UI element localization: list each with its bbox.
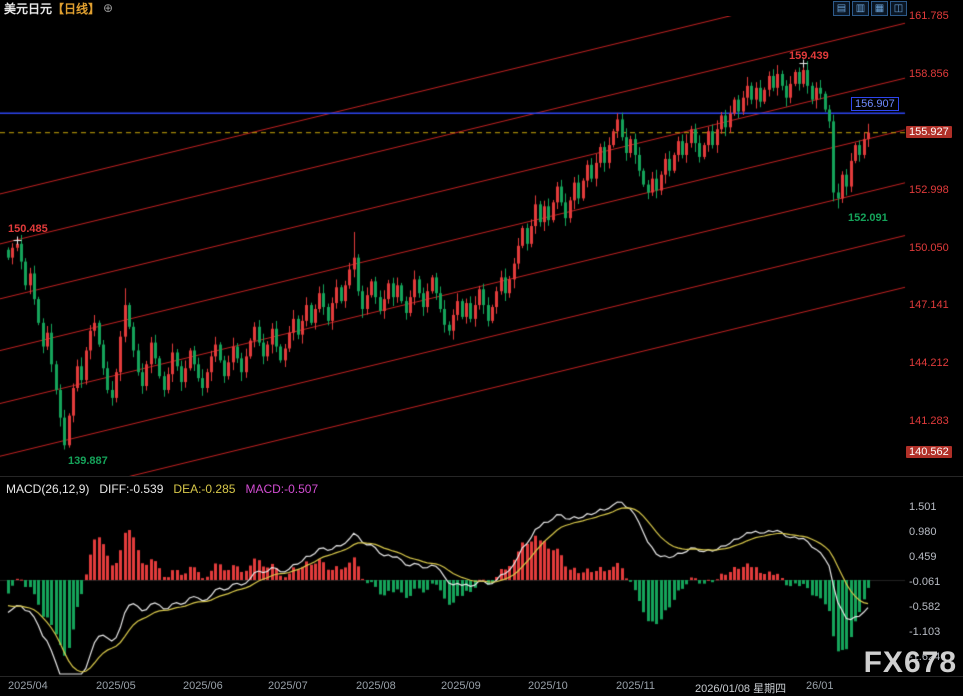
macd-axis-label: 0.980	[909, 526, 961, 538]
x-axis-label: 2025/09	[441, 680, 481, 692]
macd-chart-canvas[interactable]	[0, 500, 963, 676]
timeframe-label: 【日线】	[52, 0, 100, 17]
macd-axis-label: -0.061	[909, 576, 961, 588]
price-axis-label: 155.927	[906, 126, 952, 138]
x-axis-label: 26/01	[806, 680, 834, 692]
maximize-icon[interactable]: ◫	[890, 1, 907, 16]
price-annotation: 152.091	[848, 212, 888, 224]
price-annotation: 159.439	[789, 50, 829, 62]
main-chart-canvas[interactable]	[0, 16, 963, 476]
price-annotation: 150.485	[8, 223, 48, 235]
add-indicator-icon[interactable]: ⊕	[103, 2, 113, 14]
x-axis-label: 2025/05	[96, 680, 136, 692]
x-axis-label: 2025/06	[183, 680, 223, 692]
macd-value: MACD:-0.507	[245, 482, 318, 496]
x-axis-label: 2025/10	[528, 680, 568, 692]
x-axis-label: 2026/01/08 星期四	[695, 680, 786, 696]
x-axis-label: 2025/11	[616, 680, 655, 692]
chart-header-bar: 美元日元 【日线】 ⊕ ▤ ▥ ▦ ◫	[0, 0, 963, 16]
price-axis-label: 152.998	[909, 184, 961, 196]
x-axis-label: 2025/08	[356, 680, 396, 692]
price-axis-label: 150.050	[909, 242, 961, 254]
price-annotation: 139.887	[68, 455, 108, 467]
chart-toolbar: ▤ ▥ ▦ ◫	[833, 1, 907, 16]
price-axis-label: 147.141	[909, 299, 961, 311]
price-axis-label: 144.212	[909, 357, 961, 369]
price-annotation: 156.907	[851, 97, 899, 111]
macd-params-label: MACD(26,12,9)	[6, 482, 89, 496]
panel-split-icon[interactable]: ▦	[871, 1, 888, 16]
x-axis-label: 2025/04	[8, 680, 48, 692]
macd-axis-label: 0.459	[909, 551, 961, 563]
macd-axis-label: 1.501	[909, 501, 961, 513]
watermark: FX678	[864, 646, 957, 680]
macd-dea-value: DEA:-0.285	[173, 482, 235, 496]
trading-chart-window: 美元日元 【日线】 ⊕ ▤ ▥ ▦ ◫ MACD(26,12,9) DIFF:-…	[0, 0, 963, 696]
macd-header: MACD(26,12,9) DIFF:-0.539 DEA:-0.285 MAC…	[0, 476, 963, 501]
layout-grid-icon[interactable]: ▤	[833, 1, 850, 16]
candlestick-view-icon[interactable]: ▥	[852, 1, 869, 16]
macd-axis-label: -0.582	[909, 601, 961, 613]
x-axis-label: 2025/07	[268, 680, 308, 692]
macd-diff-value: DIFF:-0.539	[99, 482, 163, 496]
instrument-title: 美元日元	[4, 0, 52, 17]
macd-axis-label: -1.103	[909, 626, 961, 638]
price-axis-low-label: 140.562	[906, 446, 952, 458]
price-axis-label: 158.856	[909, 68, 961, 80]
price-axis-label: 141.283	[909, 415, 961, 427]
